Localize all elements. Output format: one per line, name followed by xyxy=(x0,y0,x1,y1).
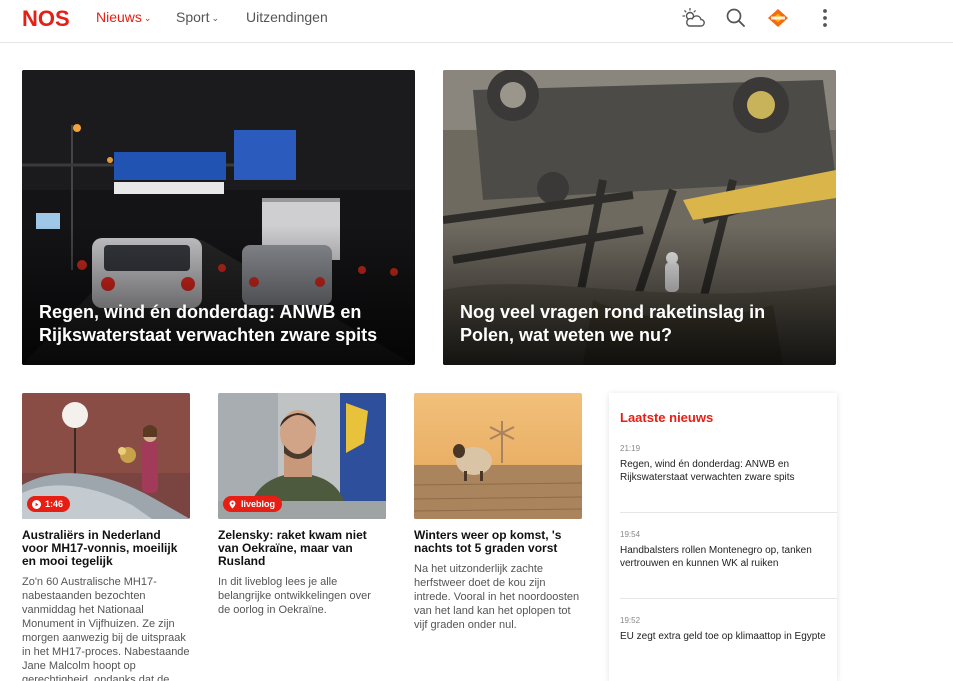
card-thumbnail: 1:46 xyxy=(22,393,190,519)
hero-title: Regen, wind én donderdag: ANWB en Rijksw… xyxy=(39,302,378,345)
latest-news-text: Handbalsters rollen Montenegro op, tanke… xyxy=(620,545,812,569)
card-title: Zelensky: raket kwam niet van Oekraïne, … xyxy=(218,528,367,568)
card-thumbnail: liveblog xyxy=(218,393,386,519)
card-thumbnail xyxy=(414,393,582,519)
logo-text: NOS xyxy=(22,7,70,29)
card-title: Winters weer op komst, 's nachts tot 5 g… xyxy=(414,528,562,555)
location-pin-icon xyxy=(229,499,236,509)
divider xyxy=(620,512,837,513)
liveblog-badge: liveblog xyxy=(223,496,283,512)
latest-news-item[interactable]: 21:19 Regen, wind én donderdag: ANWB en … xyxy=(620,444,827,484)
chevron-down-icon: ⌄ xyxy=(143,13,152,23)
sheep-fog-photo xyxy=(414,393,582,519)
latest-news-item[interactable]: 19:54 Handbalsters rollen Montenegro op,… xyxy=(620,530,827,570)
article-card-zelensky[interactable]: liveblog Zelensky: raket kwam niet van O… xyxy=(218,393,386,617)
nos-logo[interactable]: NOS xyxy=(22,7,72,29)
video-duration-badge: 1:46 xyxy=(27,496,71,512)
site-header: NOS Nieuws ⌄ Sport ⌄ Uitzendingen xyxy=(0,0,953,43)
nav-uitzendingen[interactable]: Uitzendingen xyxy=(246,9,328,25)
badge-label: liveblog xyxy=(241,499,276,509)
hero-title: Nog veel vragen rond raketinslag in Pole… xyxy=(460,302,766,345)
latest-news-text: EU zegt extra geld toe op klimaattop in … xyxy=(620,631,826,642)
card-description: Zo'n 60 Australische MH17-nabestaanden b… xyxy=(22,576,190,681)
latest-news-time: 19:54 xyxy=(620,530,641,539)
nav-sport[interactable]: Sport ⌄ xyxy=(176,9,219,25)
search-icon[interactable] xyxy=(724,7,748,29)
latest-news-time: 21:19 xyxy=(620,444,641,453)
nav-nieuws-label: Nieuws xyxy=(96,9,142,25)
hero-article-missile[interactable]: Nog veel vragen rond raketinslag in Pole… xyxy=(443,70,836,365)
card-description: In dit liveblog lees je alle belangrijke… xyxy=(218,576,371,616)
card-description: Na het uitzonderlijk zachte herfstweer d… xyxy=(414,563,580,631)
weather-icon[interactable] xyxy=(681,7,705,29)
latest-news-panel: Laatste nieuws 21:19 Regen, wind én dond… xyxy=(609,393,837,681)
card-title: Australiërs in Nederland voor MH17-vonni… xyxy=(22,528,178,568)
hero-article-traffic[interactable]: Regen, wind én donderdag: ANWB en Rijksw… xyxy=(22,70,415,365)
play-icon xyxy=(32,499,41,509)
more-vertical-icon[interactable] xyxy=(813,7,837,29)
divider xyxy=(620,598,837,599)
chevron-down-icon: ⌄ xyxy=(211,13,220,23)
badge-label: 1:46 xyxy=(45,499,64,509)
article-card-weather[interactable]: Winters weer op komst, 's nachts tot 5 g… xyxy=(414,393,582,632)
nav-nieuws[interactable]: Nieuws ⌄ xyxy=(96,9,151,25)
npo-start-icon[interactable] xyxy=(766,7,790,29)
nav-sport-label: Sport xyxy=(176,9,210,25)
nav-uitzendingen-label: Uitzendingen xyxy=(246,9,328,25)
latest-news-time: 19:52 xyxy=(620,616,641,625)
article-card-mh17[interactable]: 1:46 Australiërs in Nederland voor MH17-… xyxy=(22,393,190,681)
latest-news-item[interactable]: 19:52 EU zegt extra geld toe op klimaatt… xyxy=(620,616,827,643)
latest-news-text: Regen, wind én donderdag: ANWB en Rijksw… xyxy=(620,459,795,483)
latest-news-heading: Laatste nieuws xyxy=(620,410,714,425)
